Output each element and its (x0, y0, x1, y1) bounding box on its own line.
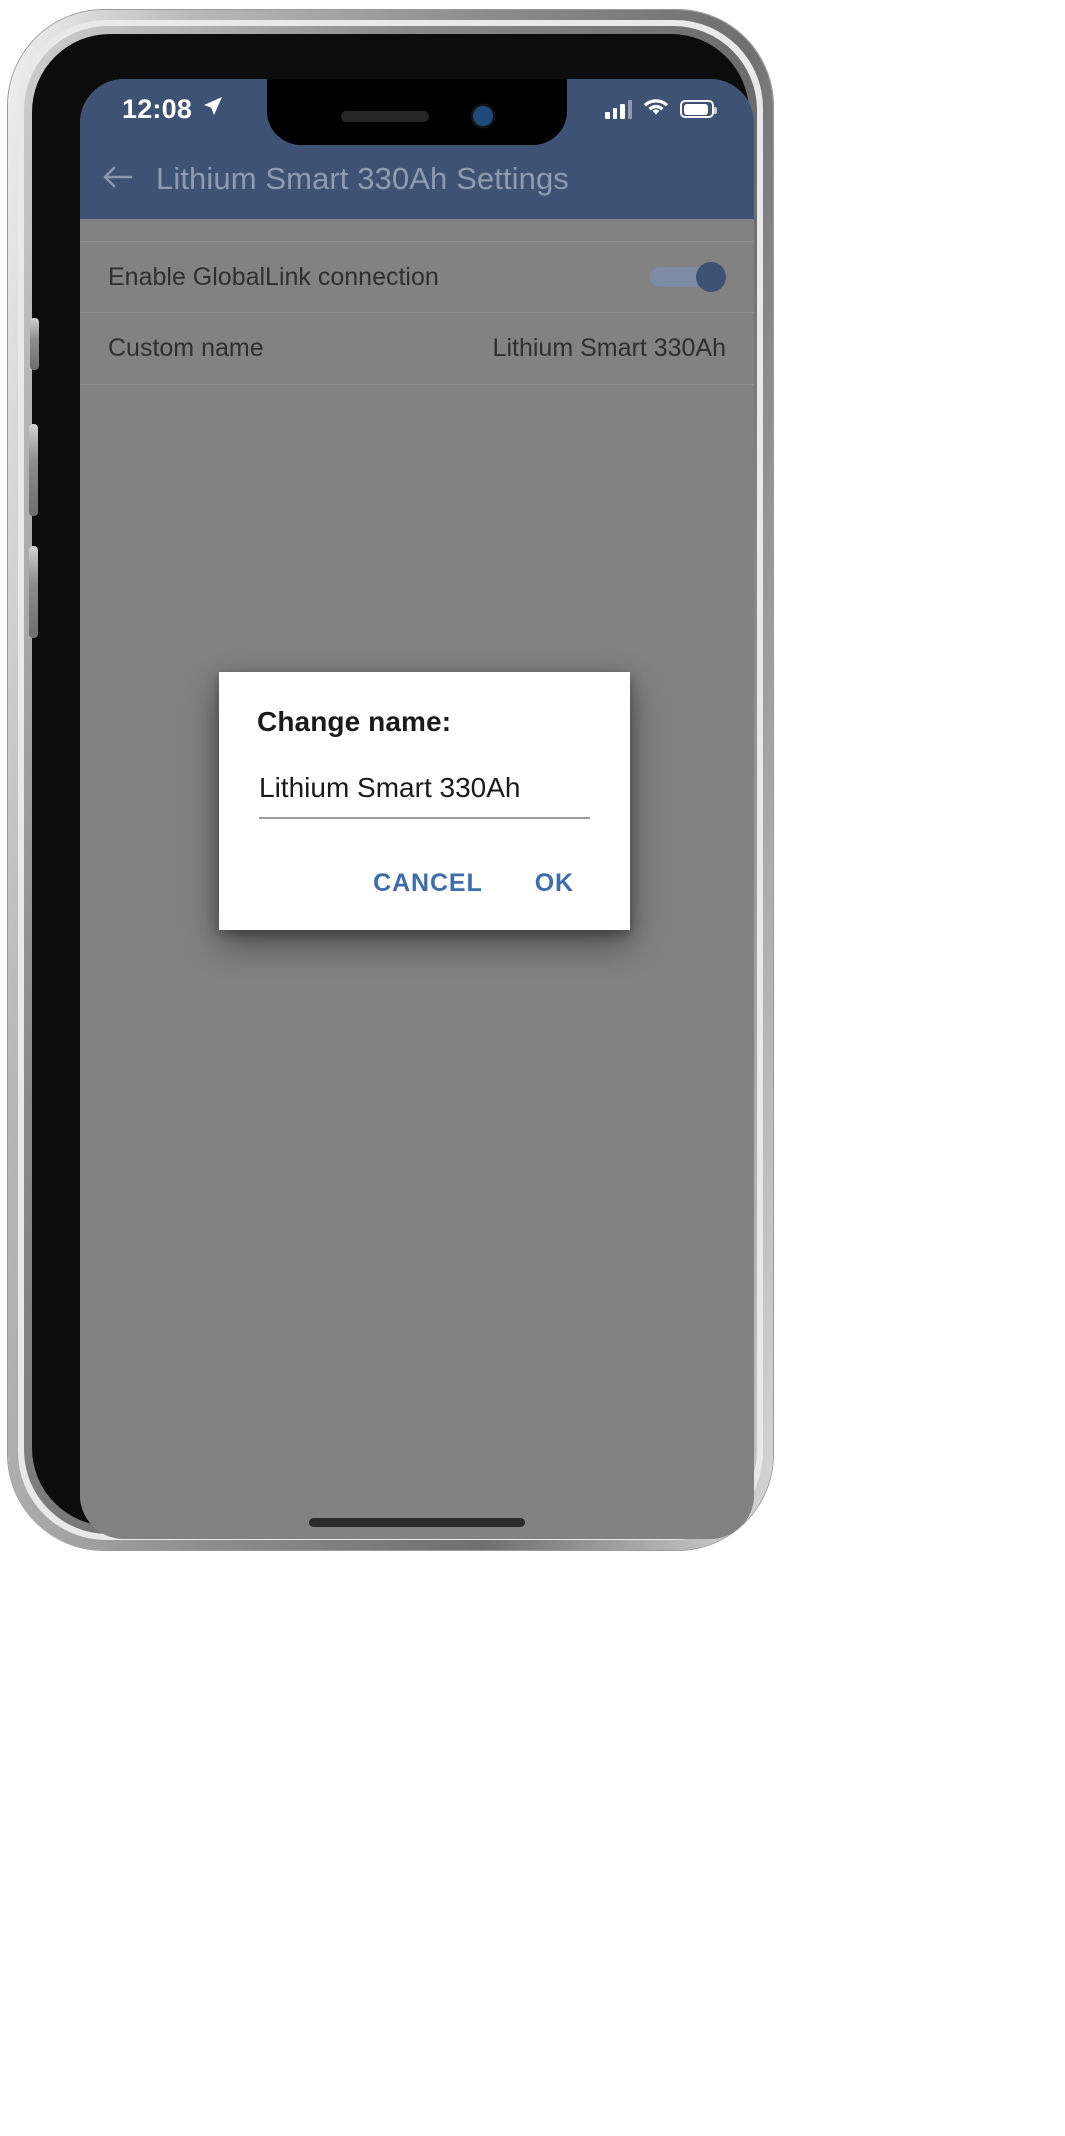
dialog-title: Change name: (257, 706, 452, 737)
volume-down-button[interactable] (29, 546, 38, 638)
volume-up-button[interactable] (29, 424, 38, 516)
device-bezel-middle: 12:08 Lithium Smart 330Ah Settings Enabl… (24, 26, 757, 1539)
mute-switch-button[interactable] (30, 318, 39, 370)
ok-button[interactable]: OK (517, 859, 592, 908)
cancel-button[interactable]: CANCEL (355, 859, 501, 908)
change-name-dialog: Change name: CANCEL OK (219, 672, 630, 930)
home-indicator[interactable] (309, 1518, 525, 1527)
device-body: 12:08 Lithium Smart 330Ah Settings Enabl… (29, 34, 754, 1539)
device-notch (267, 79, 567, 145)
earpiece-speaker-icon (341, 110, 429, 122)
dialog-actions: CANCEL OK (257, 819, 592, 930)
front-camera-icon (473, 106, 493, 126)
name-input-wrapper (259, 772, 590, 819)
device-bezel-outer: 12:08 Lithium Smart 330Ah Settings Enabl… (18, 20, 763, 1540)
name-input[interactable] (259, 772, 590, 804)
phone-screen: 12:08 Lithium Smart 330Ah Settings Enabl… (80, 79, 754, 1539)
phone-device-frame: 12:08 Lithium Smart 330Ah Settings Enabl… (8, 10, 773, 1550)
